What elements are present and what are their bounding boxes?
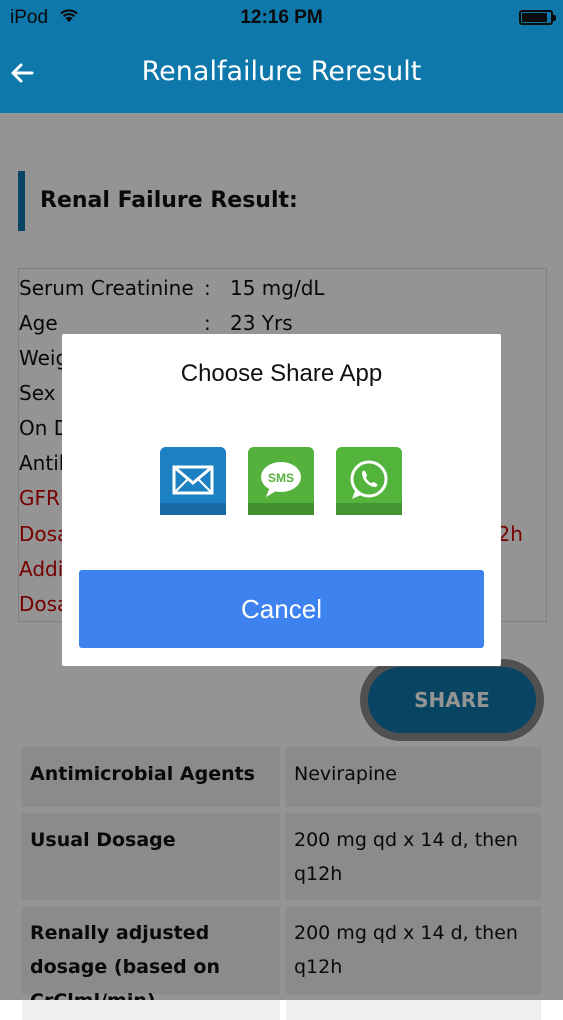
battery-level bbox=[522, 13, 547, 22]
page-title: Renalfailure Reresult bbox=[141, 56, 422, 87]
status-bar: iPod 12:16 PM bbox=[0, 0, 563, 36]
dialog-title: Choose Share App bbox=[180, 360, 383, 387]
table-value bbox=[286, 1000, 541, 1020]
table-row bbox=[22, 1000, 541, 1020]
share-dialog: Choose Share App SMS Cancel bbox=[62, 334, 501, 666]
battery-icon bbox=[519, 10, 556, 25]
cancel-button[interactable]: Cancel bbox=[79, 570, 484, 648]
whatsapp-icon[interactable] bbox=[336, 447, 402, 515]
nav-bar: Renalfailure Reresult bbox=[0, 36, 563, 113]
sms-icon-label: SMS bbox=[268, 471, 294, 485]
status-time: 12:16 PM bbox=[240, 7, 323, 28]
sms-icon[interactable]: SMS bbox=[248, 447, 314, 515]
mail-icon[interactable] bbox=[160, 447, 226, 515]
table-key bbox=[22, 1000, 280, 1020]
